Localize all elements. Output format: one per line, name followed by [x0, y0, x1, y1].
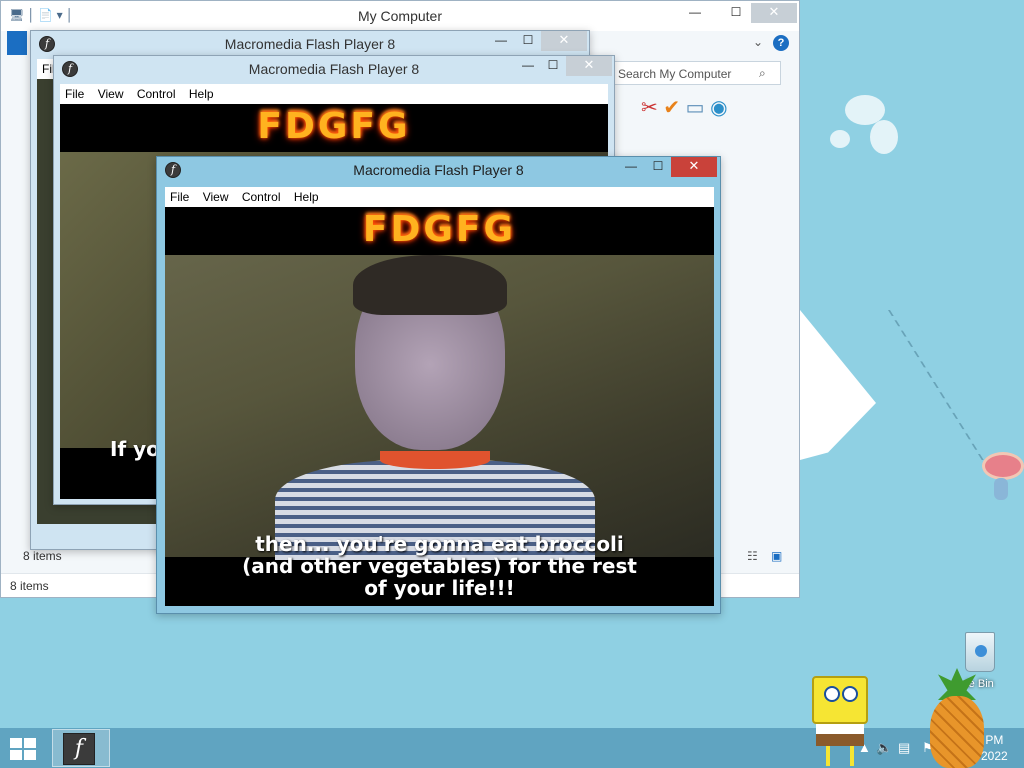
close-button[interactable]: ✕ — [566, 56, 612, 76]
minimize-button[interactable]: — — [617, 157, 645, 177]
menu-bar: File View Control Help — [60, 84, 608, 104]
flash-window-front: f Macromedia Flash Player 8 — ☐ ✕ File V… — [156, 156, 721, 614]
menu-control[interactable]: Control — [237, 187, 286, 207]
menu-view[interactable]: View — [198, 187, 234, 207]
splash-decoration — [830, 130, 850, 148]
taskbar: f ▲ 🔈 ▤ ⚑ 7:05 PM 9/13/2022 — [0, 728, 1024, 768]
explorer-title: My Computer — [357, 8, 443, 24]
maximize-button[interactable]: ☐ — [540, 56, 566, 76]
toolbar-icons: ✂ ✔ ▭ ◉ — [641, 95, 728, 120]
close-button[interactable]: ✕ — [751, 3, 797, 23]
maximize-button[interactable]: ☐ — [515, 31, 541, 51]
menu-file[interactable]: File — [165, 187, 194, 207]
menu-help[interactable]: Help — [184, 84, 219, 104]
minimize-button[interactable]: — — [681, 3, 709, 23]
status-items-front: 8 items — [10, 579, 49, 593]
search-input[interactable]: Search My Computer — [611, 61, 781, 85]
subtitle-block: then... you're gonna eat broccoli (and o… — [165, 533, 714, 599]
explorer-titlebar: 🖥 │ 📄 ▾ │ My Computer — ☐ ✕ — [1, 1, 799, 31]
child-collar — [380, 451, 490, 469]
titlebar: f Macromedia Flash Player 8 — ☐ ✕ — [54, 56, 614, 82]
menu-help[interactable]: Help — [289, 187, 324, 207]
menu-view[interactable]: View — [93, 84, 129, 104]
check-icon[interactable]: ✔ — [663, 97, 680, 119]
back-explorer-panel — [7, 31, 27, 55]
maximize-button[interactable]: ☐ — [645, 157, 671, 177]
maximize-button[interactable]: ☐ — [723, 3, 749, 23]
pineapple-house-icon — [928, 668, 986, 768]
minimize-button[interactable]: — — [487, 31, 515, 51]
spongebob-icon — [808, 676, 870, 768]
globe-icon[interactable]: ◉ — [710, 97, 727, 119]
scissors-icon[interactable]: ✂ — [641, 97, 658, 119]
status-items-back: 8 items — [23, 549, 62, 563]
close-button[interactable]: ✕ — [671, 157, 717, 177]
search-icon[interactable]: ⌕ — [759, 66, 766, 81]
titlebar: f Macromedia Flash Player 8 — ☐ ✕ — [157, 157, 720, 183]
network-icon[interactable]: ▤ — [898, 740, 910, 756]
menu-control[interactable]: Control — [132, 84, 181, 104]
chevron-down-icon[interactable]: ⌄ — [753, 35, 763, 49]
subtitle-line-3: of your life!!! — [364, 576, 515, 600]
rename-icon[interactable]: ▭ — [686, 97, 705, 119]
taskbar-flash-player[interactable]: f — [52, 729, 110, 767]
volume-muted-icon[interactable]: 🔈 — [876, 740, 892, 756]
view-tiles-icon[interactable]: ▣ — [771, 549, 782, 563]
start-button[interactable] — [10, 738, 38, 760]
close-button[interactable]: ✕ — [541, 31, 587, 51]
menu-bar: File View Control Help — [165, 187, 714, 207]
view-details-icon[interactable]: ☷ — [747, 549, 758, 563]
flash-stage: FDGFG then... you're gonna eat broccoli … — [165, 207, 714, 606]
snail-icon — [982, 452, 1024, 502]
menu-file[interactable]: File — [60, 84, 89, 104]
splash-decoration — [870, 120, 898, 154]
help-icon[interactable]: ? — [773, 35, 789, 51]
subtitle-line-1: then... you're gonna eat broccoli — [255, 532, 624, 556]
titlebar: f Macromedia Flash Player 8 — ☐ ✕ — [31, 31, 589, 57]
video-frame — [165, 255, 714, 560]
fdgfg-banner: FDGFG — [362, 209, 517, 250]
subtitle-line-2: (and other vegetables) for the rest — [242, 554, 637, 578]
child-hair — [353, 255, 507, 315]
fdgfg-banner: FDGFG — [257, 106, 411, 147]
minimize-button[interactable]: — — [514, 56, 542, 76]
flash-app-icon: f — [63, 733, 95, 765]
